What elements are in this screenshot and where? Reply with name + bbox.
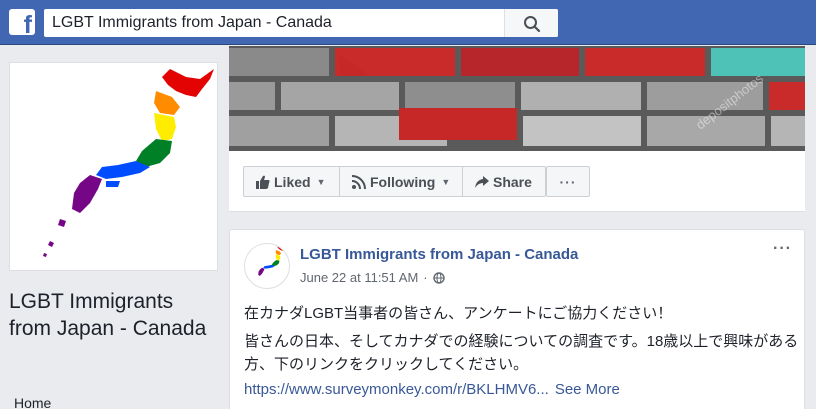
share-button[interactable]: Share <box>462 166 546 197</box>
facebook-logo-letter: f <box>23 11 32 39</box>
page-title: LGBT Immigrants from Japan - Canada <box>9 290 207 340</box>
sidebar-item-home[interactable]: Home <box>14 395 51 409</box>
post-timestamp[interactable]: June 22 at 11:51 AM <box>300 270 418 285</box>
search-box <box>44 9 558 37</box>
see-more-link[interactable]: See More <box>555 381 620 398</box>
survey-link[interactable]: https://www.surveymonkey.com/r/BKLHMV6..… <box>244 381 549 398</box>
share-arrow-icon <box>475 175 489 188</box>
following-button[interactable]: Following ▼ <box>339 166 463 197</box>
facebook-logo-icon[interactable]: f <box>9 9 35 39</box>
following-label: Following <box>370 173 436 190</box>
more-options-button[interactable]: ··· <box>546 166 590 197</box>
post-meta: June 22 at 11:51 AM · <box>300 270 445 285</box>
search-input[interactable] <box>44 9 504 37</box>
page-profile-picture[interactable] <box>9 62 218 271</box>
liked-button[interactable]: Liked ▼ <box>243 166 340 197</box>
post-card: LGBT Immigrants from Japan - Canada June… <box>229 229 805 409</box>
meta-separator: · <box>423 270 428 285</box>
top-bar: f <box>0 0 816 45</box>
post-text-line: 在カナダLGBT当事者の皆さん、アンケートにご協力ください！ <box>244 305 673 322</box>
chevron-down-icon: ▼ <box>316 176 326 187</box>
cover-photo[interactable]: depositphotos <box>229 46 805 151</box>
avatar[interactable] <box>244 243 290 289</box>
post-author-link[interactable]: LGBT Immigrants from Japan - Canada <box>300 246 578 263</box>
page-action-bar: Liked ▼ Following ▼ Share ··· <box>229 151 805 212</box>
share-label: Share <box>493 173 532 190</box>
globe-icon[interactable] <box>432 271 445 284</box>
thumbs-up-icon <box>256 175 270 189</box>
liked-label: Liked <box>274 173 311 190</box>
rainbow-japan-map-image <box>258 245 289 276</box>
rainbow-japan-map-image <box>43 69 214 257</box>
rss-icon <box>352 174 366 189</box>
post-link-row: https://www.surveymonkey.com/r/BKLHMV6..… <box>244 381 620 398</box>
search-button[interactable] <box>504 9 558 37</box>
search-icon <box>524 16 541 33</box>
post-menu-button[interactable]: ··· <box>773 240 792 258</box>
chevron-down-icon: ▼ <box>441 176 451 187</box>
brick-wall-flag-image <box>229 46 805 151</box>
post-text-paragraph: 皆さんの日本、そしてカナダでの経験についての調査です。18歳以上で興味がある方、… <box>244 333 799 373</box>
